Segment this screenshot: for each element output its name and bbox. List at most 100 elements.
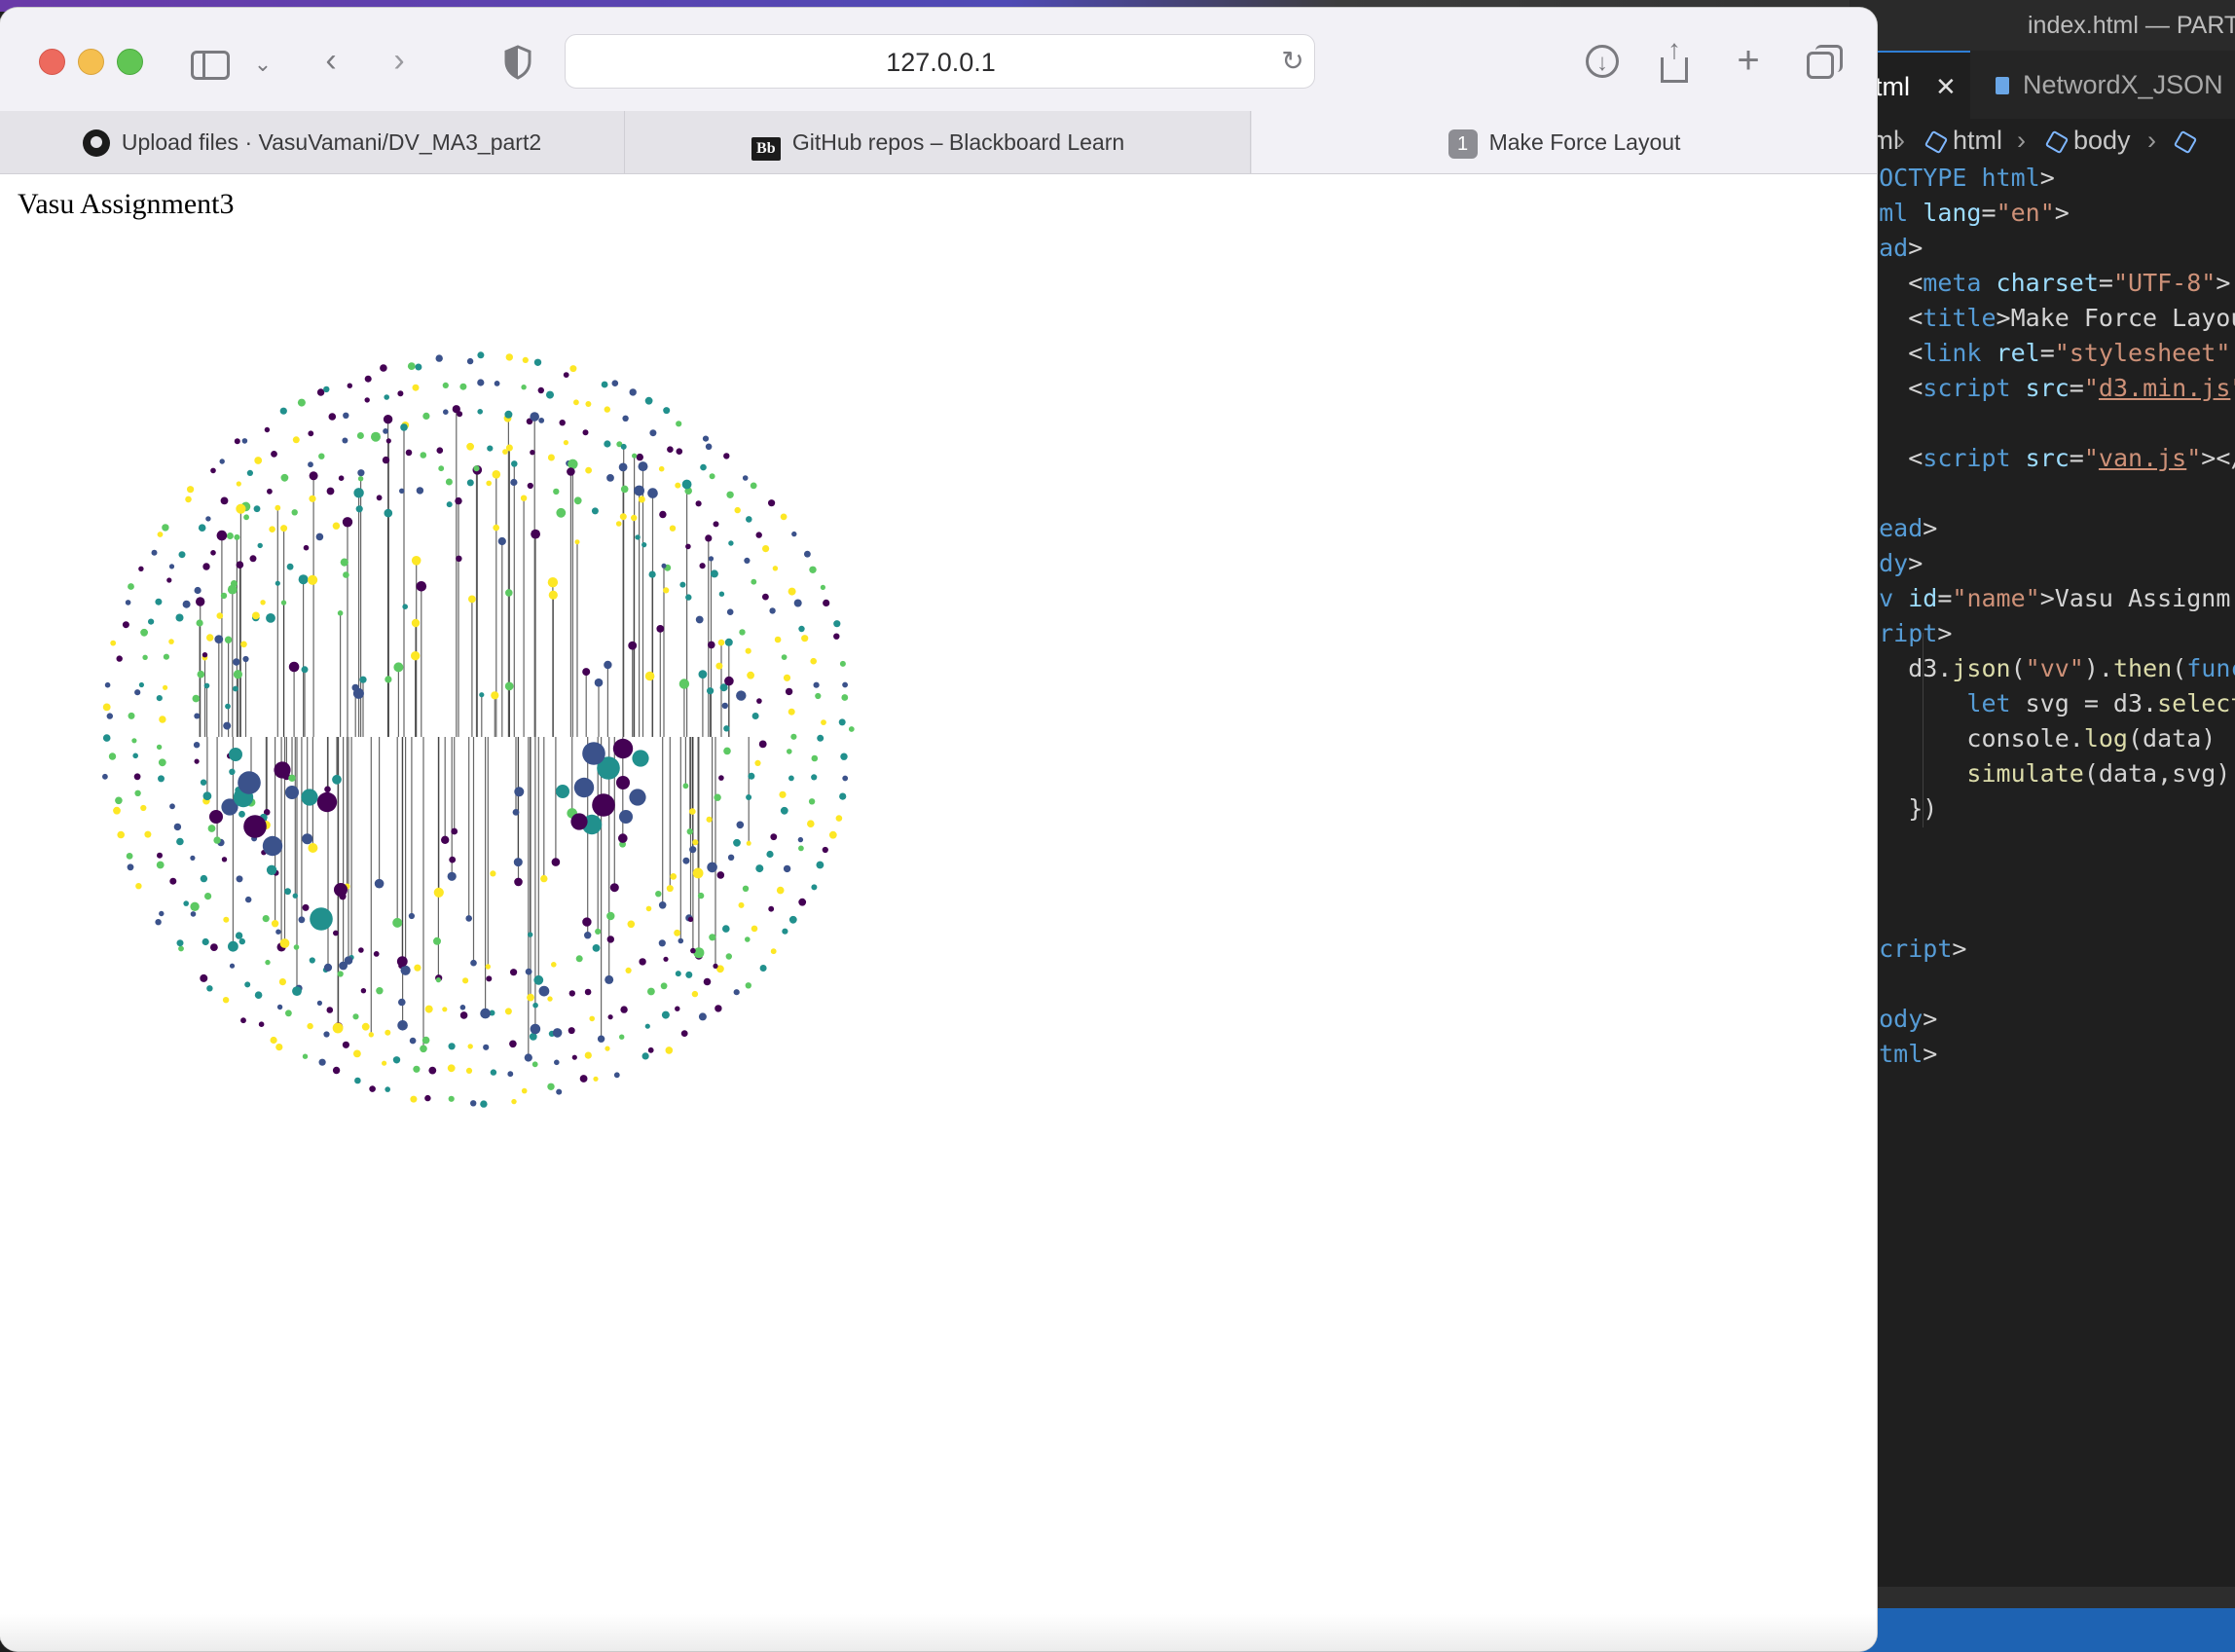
graph-node[interactable] xyxy=(820,584,826,590)
graph-node[interactable] xyxy=(530,450,535,456)
graph-node[interactable] xyxy=(267,488,273,495)
graph-node[interactable] xyxy=(157,852,163,859)
graph-node[interactable] xyxy=(155,598,163,606)
graph-node[interactable] xyxy=(707,687,714,695)
graph-node[interactable] xyxy=(343,571,349,578)
graph-node[interactable] xyxy=(466,479,474,487)
graph-node[interactable] xyxy=(769,607,776,614)
graph-node[interactable] xyxy=(509,1040,517,1048)
graph-node[interactable] xyxy=(520,495,528,501)
graph-node[interactable] xyxy=(559,420,566,426)
graph-node[interactable] xyxy=(840,753,848,760)
graph-node[interactable] xyxy=(271,920,279,928)
graph-node[interactable] xyxy=(302,833,313,845)
graph-node[interactable] xyxy=(788,775,794,782)
maximize-window-button[interactable] xyxy=(117,49,143,75)
graph-node[interactable] xyxy=(400,965,411,975)
graph-node[interactable] xyxy=(670,873,678,880)
graph-node[interactable] xyxy=(745,647,751,654)
graph-node[interactable] xyxy=(686,828,693,835)
graph-node[interactable] xyxy=(459,1011,468,1019)
address-bar[interactable]: 127.0.0.1 ↻ xyxy=(565,34,1315,89)
graph-node[interactable] xyxy=(787,749,792,754)
graph-node[interactable] xyxy=(618,462,628,472)
graph-node[interactable] xyxy=(385,1029,391,1036)
graph-node[interactable] xyxy=(301,666,309,674)
graph-node[interactable] xyxy=(364,375,372,383)
graph-node[interactable] xyxy=(197,670,205,679)
graph-node[interactable] xyxy=(128,583,134,590)
graph-node[interactable] xyxy=(647,488,658,498)
graph-node[interactable] xyxy=(158,758,166,767)
graph-node[interactable] xyxy=(746,794,752,800)
graph-node[interactable] xyxy=(308,843,318,853)
download-icon[interactable] xyxy=(1583,39,1622,85)
graph-node[interactable] xyxy=(373,951,380,957)
graph-node[interactable] xyxy=(728,540,734,546)
graph-node[interactable] xyxy=(715,662,723,670)
graph-node[interactable] xyxy=(323,1031,330,1038)
graph-node[interactable] xyxy=(278,978,286,986)
graph-node[interactable] xyxy=(102,734,111,742)
graph-node[interactable] xyxy=(497,536,506,546)
graph-node[interactable] xyxy=(445,478,453,486)
graph-node[interactable] xyxy=(416,581,427,592)
graph-node[interactable] xyxy=(713,963,718,970)
graph-node[interactable] xyxy=(407,362,416,370)
graph-node[interactable] xyxy=(556,507,567,518)
graph-node[interactable] xyxy=(102,703,111,712)
graph-node[interactable] xyxy=(582,668,591,677)
graph-node[interactable] xyxy=(183,900,189,906)
graph-node[interactable] xyxy=(601,381,608,388)
graph-node[interactable] xyxy=(791,531,797,537)
graph-node[interactable] xyxy=(115,796,123,805)
graph-node[interactable] xyxy=(236,875,243,883)
graph-node[interactable] xyxy=(620,485,629,494)
graph-node[interactable] xyxy=(353,488,364,498)
graph-node[interactable] xyxy=(573,399,579,406)
graph-node[interactable] xyxy=(776,886,785,895)
graph-node[interactable] xyxy=(798,625,805,633)
graph-node[interactable] xyxy=(351,683,359,692)
graph-node[interactable] xyxy=(661,1010,670,1019)
graph-node[interactable] xyxy=(428,1066,437,1075)
graph-node[interactable] xyxy=(788,915,797,924)
graph-node[interactable] xyxy=(573,496,582,505)
graph-node[interactable] xyxy=(745,982,751,989)
graph-node[interactable] xyxy=(446,501,453,508)
graph-node[interactable] xyxy=(157,532,164,537)
graph-node[interactable] xyxy=(574,539,580,545)
graph-node[interactable] xyxy=(695,500,702,507)
graph-node[interactable] xyxy=(552,1028,563,1038)
graph-node[interactable] xyxy=(398,998,406,1007)
graph-node[interactable] xyxy=(332,1066,341,1075)
graph-node[interactable] xyxy=(490,870,496,877)
graph-node[interactable] xyxy=(254,991,263,999)
tab-overview-icon[interactable] xyxy=(1801,39,1843,82)
graph-node[interactable] xyxy=(493,524,499,532)
graph-node[interactable] xyxy=(364,397,370,403)
graph-node[interactable] xyxy=(717,639,725,646)
graph-node[interactable] xyxy=(385,438,391,444)
graph-node[interactable] xyxy=(470,1100,477,1107)
graph-node[interactable] xyxy=(477,351,485,359)
graph-hub-node[interactable] xyxy=(556,785,569,798)
graph-hub-node[interactable] xyxy=(238,771,261,794)
graph-node[interactable] xyxy=(206,985,213,992)
graph-hub-node[interactable] xyxy=(229,748,242,761)
graph-node[interactable] xyxy=(839,792,847,800)
graph-node[interactable] xyxy=(698,670,708,679)
graph-node[interactable] xyxy=(435,977,441,983)
graph-node[interactable] xyxy=(276,1004,283,1010)
graph-node[interactable] xyxy=(155,919,162,926)
graph-node[interactable] xyxy=(249,555,257,563)
graph-node[interactable] xyxy=(504,681,514,691)
graph-node[interactable] xyxy=(723,725,730,732)
graph-node[interactable] xyxy=(138,681,144,688)
graph-node[interactable] xyxy=(196,619,203,627)
graph-node[interactable] xyxy=(280,525,288,532)
graph-node[interactable] xyxy=(210,467,216,474)
graph-node[interactable] xyxy=(723,747,731,755)
graph-node[interactable] xyxy=(315,532,324,541)
graph-node[interactable] xyxy=(466,357,474,365)
